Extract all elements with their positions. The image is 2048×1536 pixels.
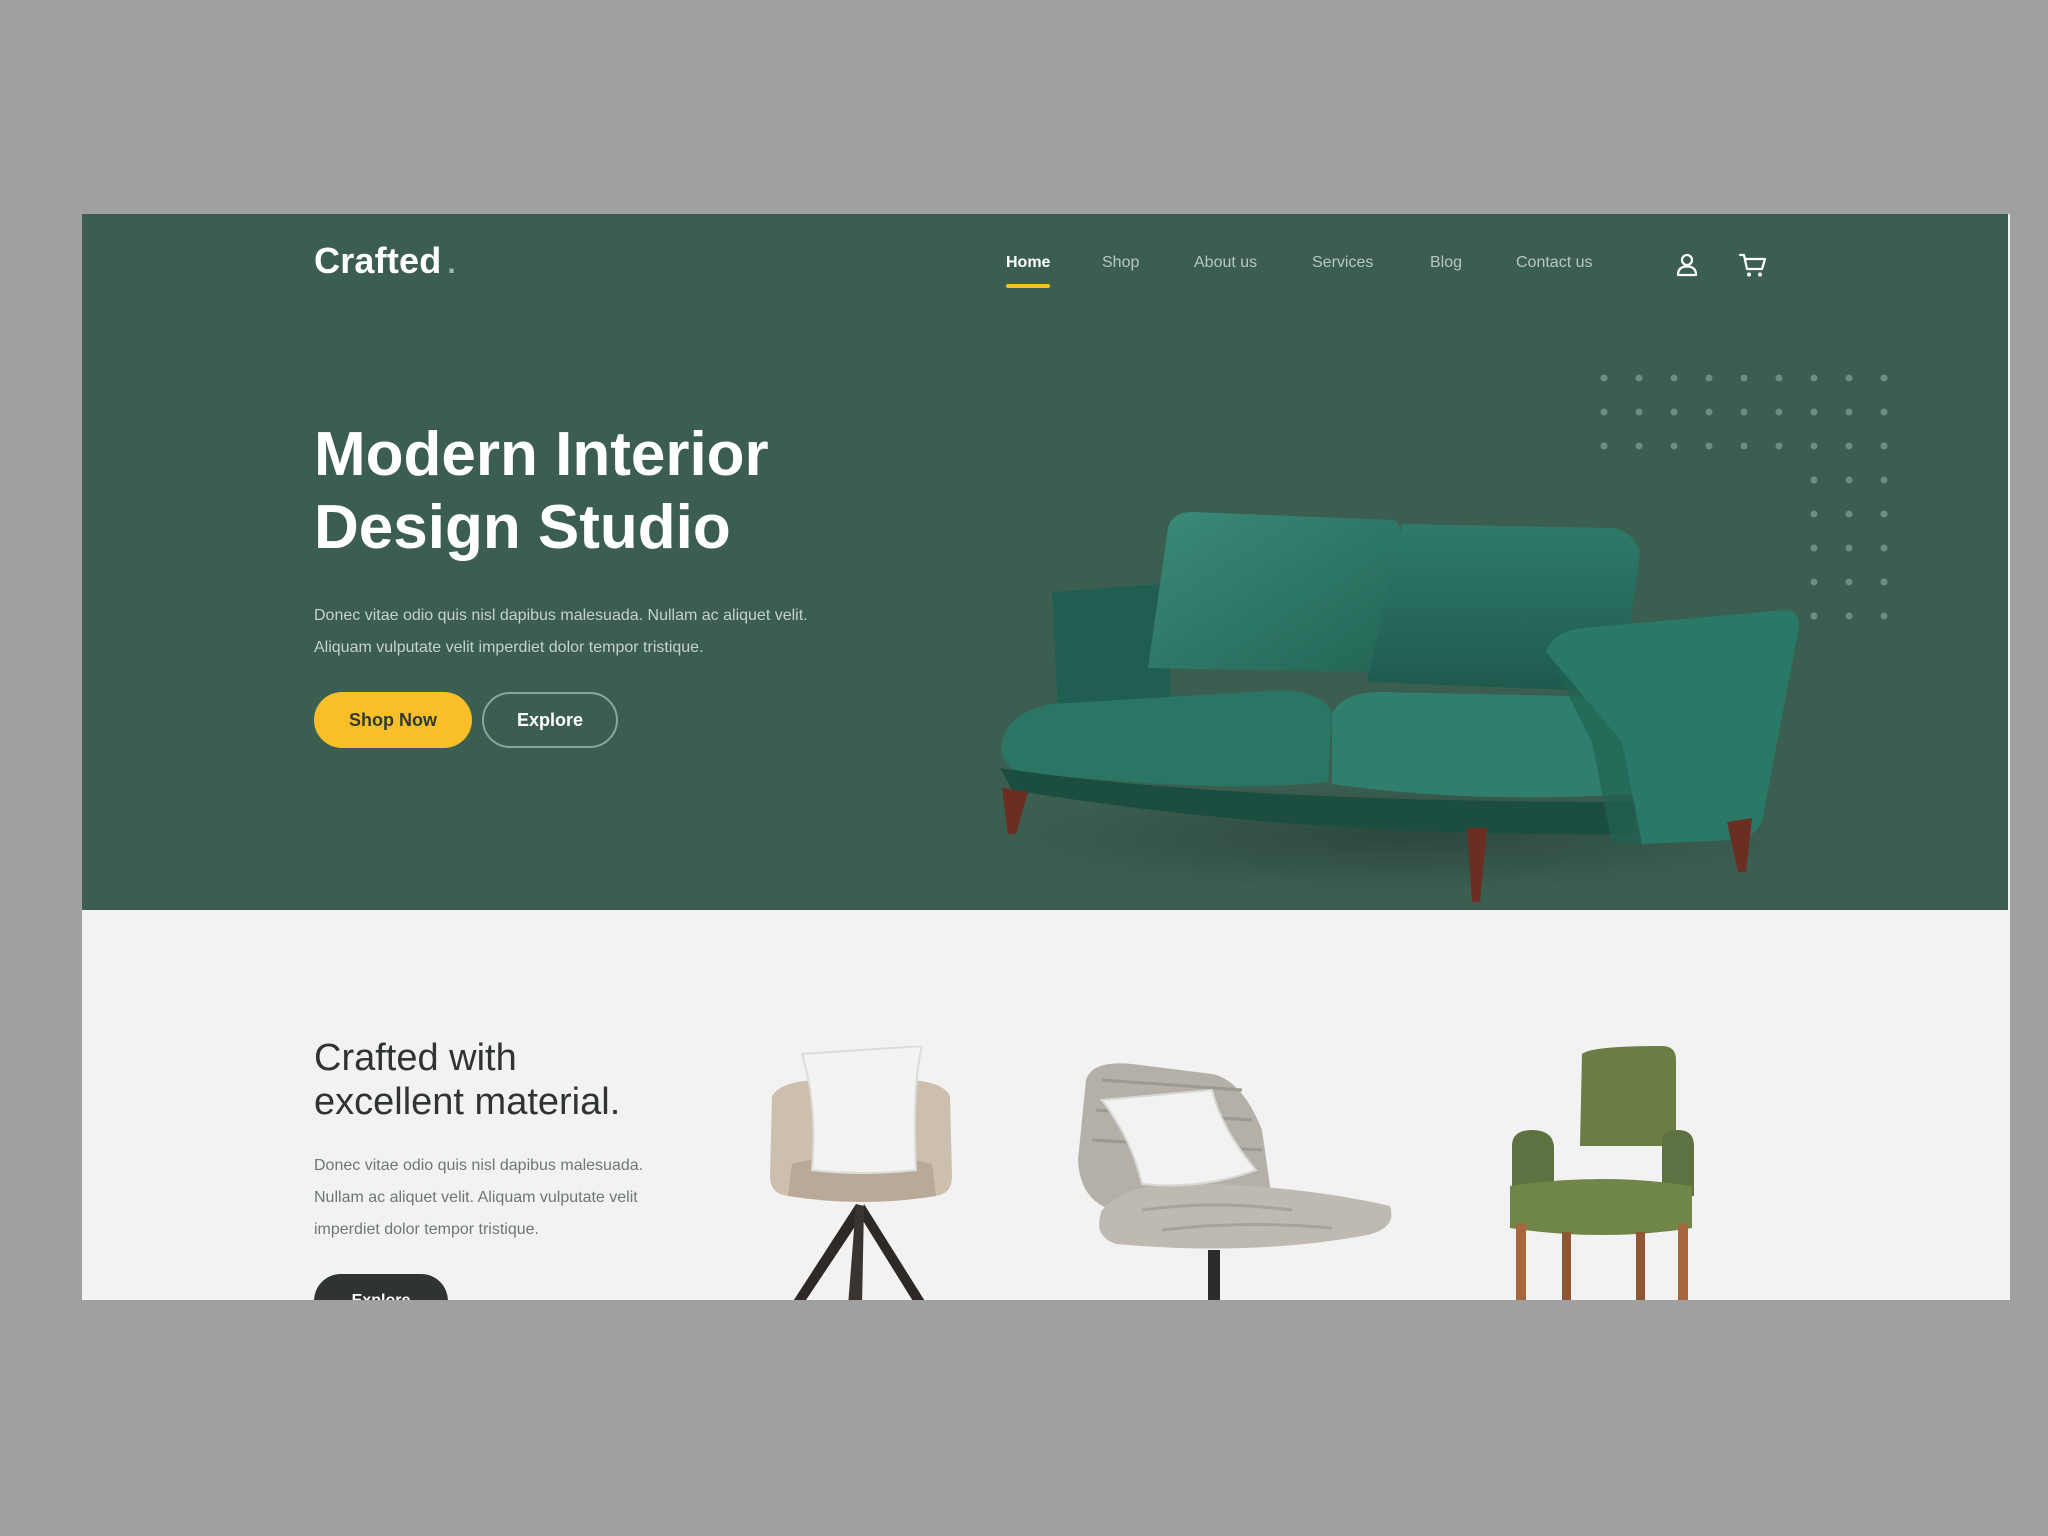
hero-sofa-image (972, 442, 1872, 902)
decoration-dot (1740, 408, 1748, 416)
decoration-dot (1880, 612, 1888, 620)
decoration-dot (1880, 374, 1888, 382)
decoration-dot (1880, 408, 1888, 416)
material-description: Donec vitae odio quis nisl dapibus males… (314, 1157, 644, 1238)
decoration-dot (1845, 374, 1853, 382)
decoration-dot (1670, 374, 1678, 382)
hero-section: Crafted. Home Shop About us Services Blo… (82, 214, 2008, 910)
website-frame: Crafted. Home Shop About us Services Blo… (82, 214, 2010, 1300)
decoration-dot (1600, 374, 1608, 382)
material-explore-button[interactable]: Explore (314, 1274, 448, 1300)
decoration-dot (1845, 408, 1853, 416)
decoration-dot (1705, 408, 1713, 416)
decoration-dot (1705, 374, 1713, 382)
decoration-dot (1635, 374, 1643, 382)
decoration-dot (1670, 408, 1678, 416)
decoration-dot (1635, 408, 1643, 416)
decoration-dot (1740, 374, 1748, 382)
product-olive-dining-chair[interactable] (1492, 1046, 1712, 1300)
decoration-dot (1600, 408, 1608, 416)
decoration-dot (1775, 408, 1783, 416)
decoration-dot (1775, 374, 1783, 382)
hero-right-edge (2008, 214, 2010, 910)
material-explore-label: Explore (352, 1292, 411, 1300)
decoration-dot (1880, 578, 1888, 586)
decoration-dot (1880, 442, 1888, 450)
decoration-dot (1880, 510, 1888, 518)
decoration-dot (1880, 544, 1888, 552)
decoration-dot (1880, 476, 1888, 484)
decoration-dot (1810, 374, 1818, 382)
material-title: Crafted with excellent material. (314, 1037, 621, 1123)
product-grey-lounge-chair[interactable] (1072, 1060, 1402, 1300)
decoration-dot (1810, 408, 1818, 416)
product-beige-armchair[interactable] (752, 1044, 972, 1300)
